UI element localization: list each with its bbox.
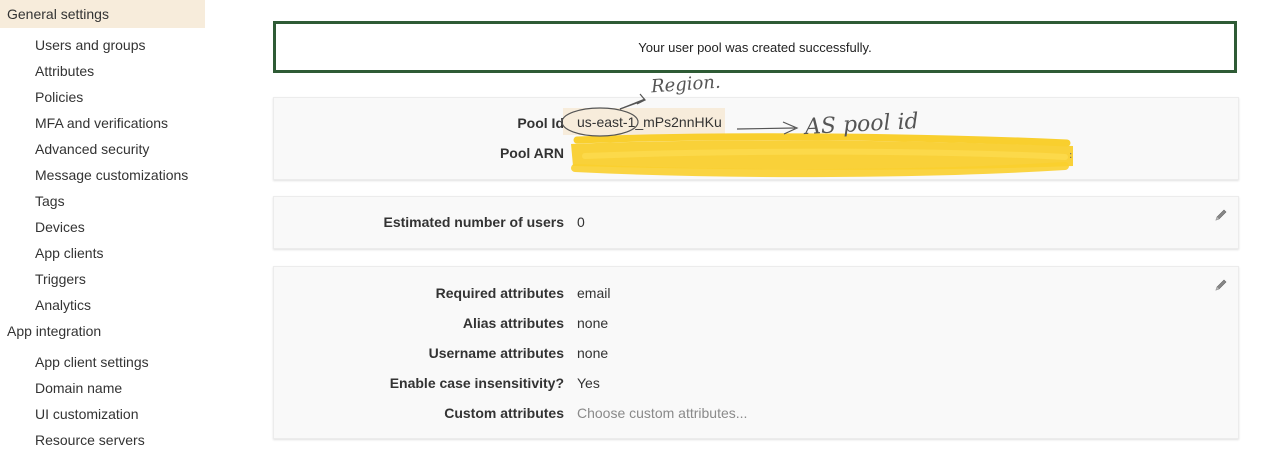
sidebar-item-policies[interactable]: Policies	[35, 89, 83, 105]
sidebar: General settings Users and groups Attrib…	[0, 0, 215, 451]
sidebar-item-triggers[interactable]: Triggers	[35, 271, 86, 287]
alias-attributes-label: Alias attributes	[462, 315, 564, 331]
case-insensitivity-label: Enable case insensitivity?	[389, 375, 564, 391]
custom-attributes-link[interactable]: Choose custom attributes...	[577, 405, 747, 421]
case-insensitivity-value: Yes	[577, 375, 600, 391]
pool-info-panel: Pool Id Pool ARN	[273, 97, 1239, 180]
pool-id-value: us-east-1_mPs2nnHKu	[577, 114, 722, 130]
sidebar-item-app-clients[interactable]: App clients	[35, 245, 103, 261]
required-attributes-value: email	[577, 285, 611, 301]
sidebar-item-mfa-and-verifications[interactable]: MFA and verifications	[35, 115, 168, 131]
sidebar-item-message-customizations[interactable]: Message customizations	[35, 167, 188, 183]
edit-users-icon[interactable]	[1214, 208, 1228, 222]
username-attributes-value: none	[577, 345, 609, 361]
sidebar-item-tags[interactable]: Tags	[35, 193, 65, 209]
sidebar-item-resource-servers[interactable]: Resource servers	[35, 432, 145, 448]
users-panel: Estimated number of users 0	[273, 196, 1239, 249]
required-attributes-label: Required attributes	[435, 285, 564, 301]
pool-id-label: Pool Id	[517, 115, 564, 131]
edit-attributes-icon[interactable]	[1214, 278, 1228, 292]
sidebar-item-domain-name[interactable]: Domain name	[35, 380, 122, 396]
sidebar-item-advanced-security[interactable]: Advanced security	[35, 141, 149, 157]
sidebar-item-attributes[interactable]: Attributes	[35, 63, 94, 79]
success-banner: Your user pool was created successfully.	[273, 21, 1237, 73]
alias-attributes-value: none	[577, 315, 609, 331]
pool-arn-label: Pool ARN	[499, 145, 564, 161]
region-note: Region.	[650, 71, 722, 98]
username-attributes-label: Username attributes	[428, 345, 564, 361]
estimated-users-value: 0	[577, 214, 585, 230]
main-content: Your user pool was created successfully.…	[215, 0, 1275, 451]
sidebar-section-app-integration[interactable]: App integration	[7, 323, 101, 339]
sidebar-item-users-and-groups[interactable]: Users and groups	[35, 37, 146, 53]
attributes-panel: Required attributes email Alias attribut…	[273, 266, 1239, 439]
sidebar-item-ui-customization[interactable]: UI customization	[35, 406, 138, 422]
estimated-users-label: Estimated number of users	[383, 214, 565, 230]
sidebar-item-analytics[interactable]: Analytics	[35, 297, 91, 313]
sidebar-item-devices[interactable]: Devices	[35, 219, 85, 235]
sidebar-item-app-client-settings[interactable]: App client settings	[35, 354, 149, 370]
success-message: Your user pool was created successfully.	[638, 39, 872, 55]
sidebar-section-general-settings[interactable]: General settings	[7, 6, 109, 22]
custom-attributes-label: Custom attributes	[444, 405, 564, 421]
